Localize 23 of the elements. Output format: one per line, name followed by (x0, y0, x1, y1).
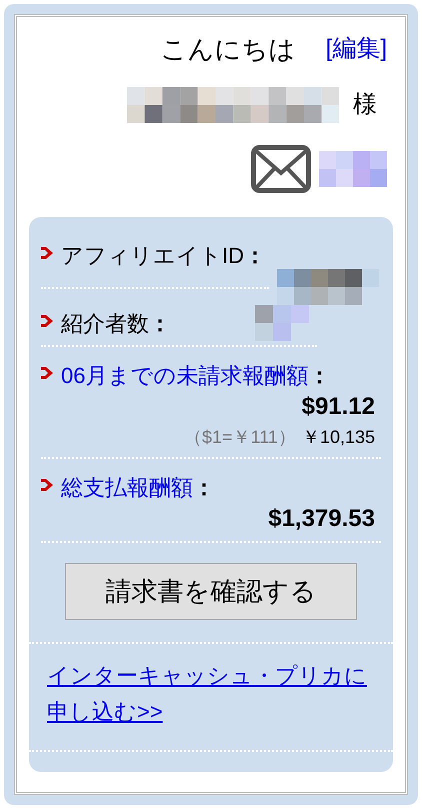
bullet-icon (41, 247, 53, 259)
stat-link[interactable]: 06月までの未請求報酬額 (61, 361, 308, 391)
bullet-icon (41, 315, 53, 327)
edit-link[interactable]: [編集] (326, 31, 387, 67)
apply-link[interactable]: インターキャッシュ・プリカに申し込む>> (47, 658, 375, 730)
amount-text: $1,379.53 (267, 504, 376, 534)
bullet-icon (41, 479, 53, 491)
invoice-button[interactable]: 請求書を確認する (65, 563, 357, 620)
colon-text: ： (149, 310, 171, 338)
bullet-icon (41, 367, 53, 379)
colon-text: ： (244, 242, 266, 270)
yen-amount-text: ￥10,135 (302, 426, 375, 449)
honorific-text: 様 (353, 90, 377, 120)
colon-text: ： (193, 474, 215, 502)
exchange-rate-text: （$1=￥111） (184, 426, 296, 449)
stat-link[interactable]: 総支払報酬額 (61, 473, 193, 503)
stat-label: アフィリエイトID (61, 242, 244, 270)
redacted-mosaic (319, 151, 387, 187)
envelope-icon[interactable] (251, 145, 311, 193)
amount-text: $91.12 (300, 392, 376, 422)
stat-label: 紹介者数 (61, 310, 149, 338)
colon-text: ： (308, 362, 330, 390)
greeting-text: こんにちは (160, 33, 296, 66)
